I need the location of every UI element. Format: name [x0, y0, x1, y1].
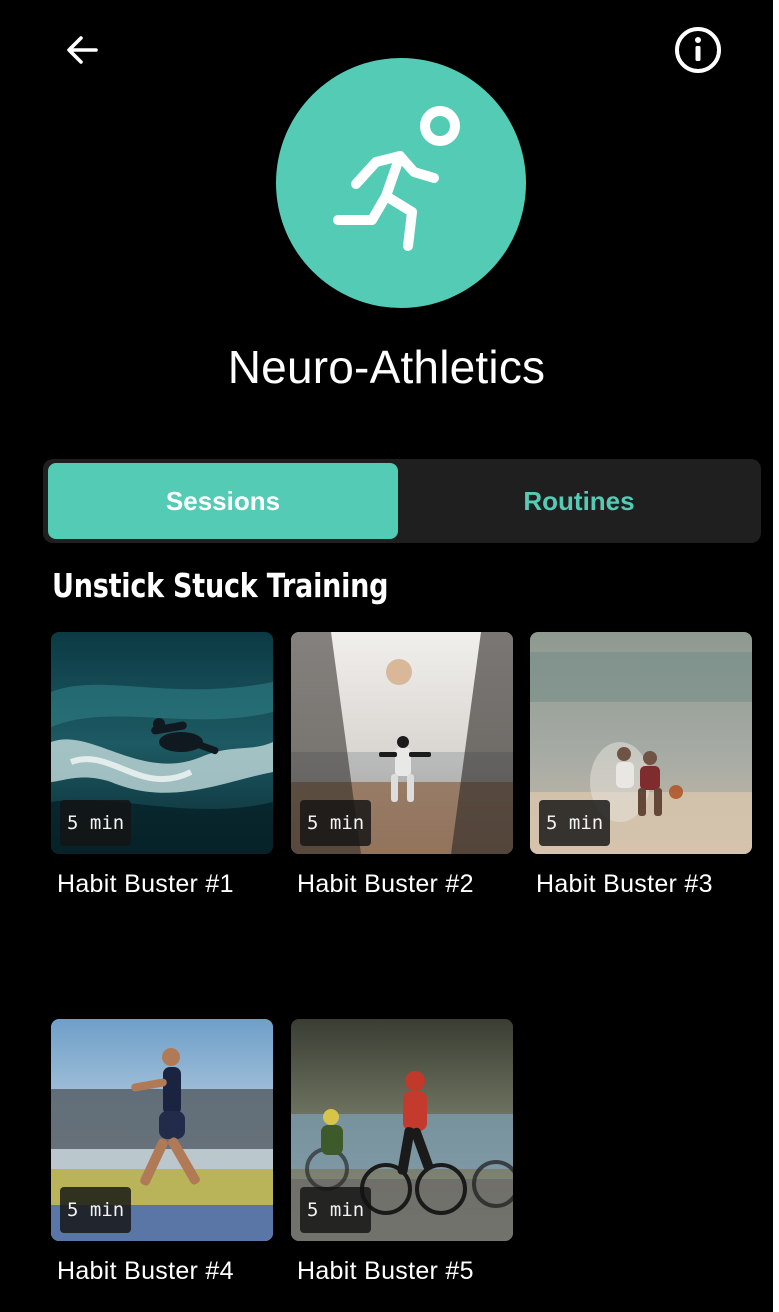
category-icon-circle [276, 58, 526, 308]
info-button[interactable] [668, 22, 728, 82]
session-title: Habit Buster #5 [297, 1257, 474, 1285]
arrow-left-icon [62, 30, 102, 75]
app-screen: Neuro-Athletics Sessions Routines Unstic… [0, 0, 773, 1312]
baseball-pitcher-photo: 5 min [291, 632, 513, 854]
tab-routines[interactable]: Routines [401, 463, 757, 539]
session-card[interactable]: 5 min Habit Buster #5 [291, 1019, 515, 1285]
duration-badge: 5 min [539, 800, 611, 846]
duration-badge: 5 min [300, 800, 372, 846]
session-card[interactable]: 5 min Habit Buster #3 [530, 632, 754, 898]
session-title: Habit Buster #2 [297, 870, 474, 898]
duration-badge: 5 min [60, 800, 132, 846]
tab-sessions-label: Sessions [165, 485, 281, 516]
back-button[interactable] [52, 24, 112, 80]
tab-routines-label: Routines [523, 485, 635, 516]
info-circle-icon [673, 25, 723, 80]
session-title: Habit Buster #3 [536, 870, 713, 898]
session-card[interactable]: 5 min Habit Buster #1 [51, 632, 275, 898]
surfer-photo: 5 min [51, 632, 273, 854]
sprinter-photo: 5 min [51, 1019, 273, 1241]
running-person-icon [316, 96, 486, 271]
basketball-players-photo: 5 min [530, 632, 752, 854]
tab-sessions[interactable]: Sessions [48, 463, 398, 539]
session-card[interactable]: 5 min Habit Buster #2 [291, 632, 515, 898]
session-title: Habit Buster #1 [57, 870, 234, 898]
tab-bar: Sessions Routines [43, 459, 761, 543]
duration-badge: 5 min [300, 1187, 372, 1233]
session-card[interactable]: 5 min Habit Buster #4 [51, 1019, 275, 1285]
duration-badge: 5 min [60, 1187, 132, 1233]
page-title: Neuro-Athletics [227, 341, 546, 393]
session-title: Habit Buster #4 [57, 1257, 234, 1285]
section-title: Unstick Stuck Training [52, 566, 389, 605]
cyclists-photo: 5 min [291, 1019, 513, 1241]
